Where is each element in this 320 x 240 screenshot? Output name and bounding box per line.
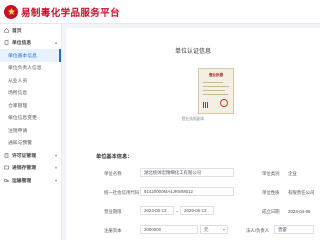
legal-rep-label: 法人/负责人 [246, 228, 270, 233]
nature-label: 单位性质 [262, 190, 280, 195]
sidebar-item-label: 通知与预警 [8, 141, 32, 147]
chevron-up-icon: ▴ [54, 40, 57, 46]
doc-icon [4, 152, 9, 158]
form-row: 单位名称 湖北统帅宏精细化工有限公司 单位类别 企业 [96, 167, 320, 183]
established-value: 2024-04-06 [288, 209, 311, 214]
business-license-image[interactable]: 营业执照 [198, 68, 234, 114]
license-text-line [203, 86, 229, 87]
chevron-down-icon: ▾ [54, 177, 57, 183]
valid-period-label: 营业期限 [104, 209, 122, 214]
sidebar-item-responsible-person[interactable]: 单位负责人信息 [0, 62, 61, 75]
reg-capital-field[interactable]: 3000000 [140, 225, 198, 234]
valid-start-date-field[interactable]: 2024-06-13 [140, 206, 174, 215]
sidebar-item-label: 场所信息 [8, 91, 28, 97]
sidebar-item-inventory[interactable]: 进销存管理 ▾ [0, 162, 61, 175]
category-value: 企业 [288, 171, 297, 176]
license-caption: 营业执照副本 [181, 117, 205, 121]
sidebar-item-license[interactable]: 许可证管理 ▾ [0, 149, 61, 162]
established-label: 成立日期 [262, 209, 280, 214]
license-title: 营业执照 [208, 73, 224, 77]
nature-value: 有限责任公司 [288, 190, 315, 195]
app-root: 易制毒化学品服务平台 首页 单位信息 ▴ 单位基本信息 单位负责人信息 从业人员… [0, 0, 320, 240]
qr-code-icon [203, 102, 209, 108]
chevron-down-icon: ▾ [54, 165, 57, 171]
license-text-line [203, 90, 225, 91]
legal-rep-field[interactable]: 曾雷 [274, 225, 314, 234]
section-title: 单位基本信息： [96, 154, 133, 160]
form-row: 注册资本 3000000 元 法人/负责人 曾雷 [96, 224, 320, 240]
top-header: 易制毒化学品服务平台 [0, 0, 320, 24]
company-name-label: 单位名称 [104, 171, 122, 176]
box-icon [4, 165, 9, 170]
sidebar-item-notices[interactable]: 通知与预警 [0, 137, 61, 150]
license-text-line [203, 82, 223, 83]
sidebar-item-company-info[interactable]: 单位信息 ▴ [0, 37, 61, 50]
sidebar-item-label: 仓库管理 [8, 103, 28, 109]
license-text-line [203, 94, 228, 95]
sidebar-item-label: 首页 [12, 28, 22, 34]
sidebar-item-info-change[interactable]: 单位信息变更 [0, 112, 61, 125]
truck-icon [4, 178, 9, 183]
sidebar-item-warehouse[interactable]: 仓库管理 [0, 99, 61, 112]
sidebar-item-label: 单位信息变更 [8, 116, 37, 122]
sidebar-item-label: 单位基本信息 [8, 53, 37, 59]
valid-end-date-field[interactable]: 2029-06-13 [180, 206, 214, 215]
page-title: 单位认证信息 [174, 49, 211, 55]
sidebar-item-label: 进销存管理 [12, 166, 36, 172]
sidebar-item-sites[interactable]: 场所信息 [0, 87, 61, 100]
sidebar-item-home[interactable]: 首页 [0, 24, 61, 37]
range-separator: ~ [176, 209, 179, 214]
sidebar-item-label: 单位负责人信息 [8, 66, 42, 72]
company-name-field[interactable]: 湖北统帅宏精细化工有限公司 [140, 168, 234, 177]
reg-capital-label: 注册资本 [104, 228, 122, 233]
seal-stamp-icon [220, 99, 228, 107]
credit-code-field[interactable]: 91420000MA4JRWM012 [140, 187, 234, 196]
police-badge-logo-icon [4, 4, 18, 19]
app-title: 易制毒化学品服务平台 [21, 7, 121, 19]
building-icon [4, 40, 9, 46]
sidebar-item-transport[interactable]: 运输管理 ▾ [0, 174, 61, 187]
main-content: 单位认证信息 营业执照 营业执照副本 单位基本信息： 单位名称 湖北统帅宏精细化… [66, 28, 320, 240]
form-row: 营业期限 2024-06-13 ~ 2029-06-13 成立日期 2024-0… [96, 205, 320, 221]
form-row: 统一社会信用代码 91420000MA4JRWM012 单位性质 有限责任公司 [96, 186, 320, 202]
sidebar-item-label: 从业人员 [8, 78, 28, 84]
sidebar-item-label: 注销申请 [8, 128, 28, 134]
sidebar: 首页 单位信息 ▴ 单位基本信息 单位负责人信息 从业人员 场所信息 仓库管理 … [0, 24, 62, 240]
sidebar-item-staff[interactable]: 从业人员 [0, 74, 61, 87]
category-label: 单位类别 [262, 171, 280, 176]
sidebar-item-label: 运输管理 [12, 178, 32, 184]
sidebar-item-label: 许可证管理 [12, 153, 36, 159]
currency-unit-select[interactable]: 元 [200, 225, 228, 234]
sidebar-item-label: 单位信息 [12, 41, 32, 47]
sidebar-item-cancel-application[interactable]: 注销申请 [0, 124, 61, 137]
home-icon [4, 27, 9, 33]
sidebar-item-basic-info[interactable]: 单位基本信息 [0, 49, 61, 62]
chevron-down-icon: ▾ [54, 152, 57, 158]
credit-code-label: 统一社会信用代码 [104, 190, 140, 195]
